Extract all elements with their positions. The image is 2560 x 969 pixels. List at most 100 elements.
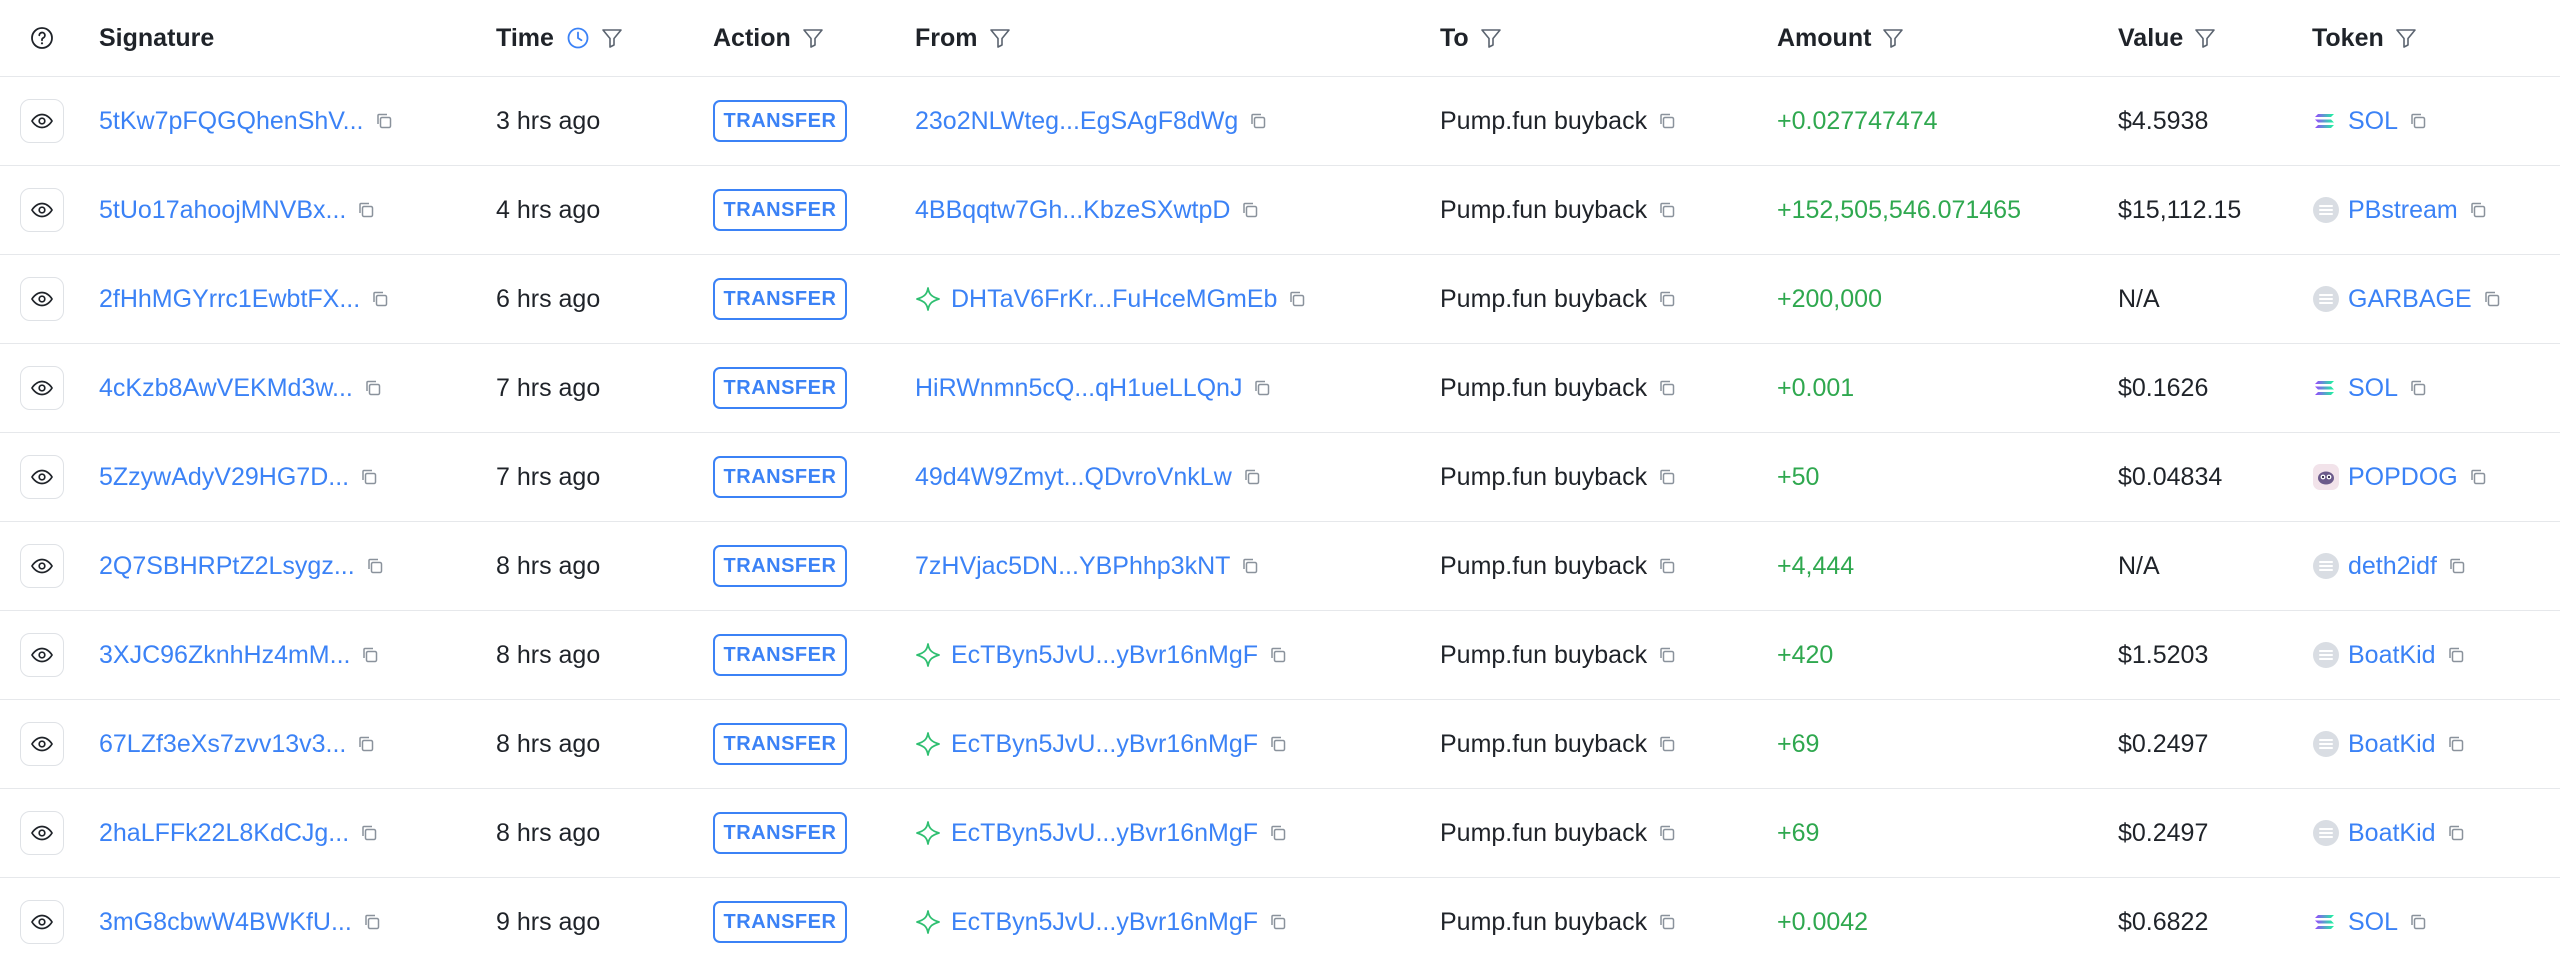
token-link[interactable]: deth2idf: [2348, 552, 2437, 581]
token-link[interactable]: POPDOG: [2348, 463, 2458, 492]
to-address-text[interactable]: Pump.fun buyback: [1440, 730, 1647, 759]
token-link[interactable]: PBstream: [2348, 196, 2458, 225]
to-address-text[interactable]: Pump.fun buyback: [1440, 285, 1647, 314]
clock-icon[interactable]: [566, 26, 590, 50]
from-address-link[interactable]: HiRWnmn5cQ...qH1ueLLQnJ: [915, 374, 1242, 403]
copy-icon[interactable]: [2446, 734, 2466, 754]
copy-icon[interactable]: [1240, 556, 1260, 576]
copy-icon[interactable]: [1657, 289, 1677, 309]
view-details-button[interactable]: [20, 277, 64, 321]
copy-icon[interactable]: [362, 912, 382, 932]
filter-icon[interactable]: [1881, 26, 1905, 50]
signature-link[interactable]: 3mG8cbwW4BWKfU...: [99, 908, 352, 937]
signature-link[interactable]: 3XJC96ZknhHz4mM...: [99, 641, 350, 670]
view-details-button[interactable]: [20, 188, 64, 232]
copy-icon[interactable]: [365, 556, 385, 576]
copy-icon[interactable]: [359, 467, 379, 487]
from-address-link[interactable]: EcTByn5JvU...yBvr16nMgF: [951, 730, 1258, 759]
copy-icon[interactable]: [374, 111, 394, 131]
copy-icon[interactable]: [360, 645, 380, 665]
token-link[interactable]: SOL: [2348, 107, 2398, 136]
token-link[interactable]: GARBAGE: [2348, 285, 2472, 314]
copy-icon[interactable]: [1268, 645, 1288, 665]
copy-icon[interactable]: [2468, 467, 2488, 487]
view-details-button[interactable]: [20, 366, 64, 410]
copy-icon[interactable]: [1242, 467, 1262, 487]
signature-link[interactable]: 5ZzywAdyV29HG7D...: [99, 463, 349, 492]
to-address-text[interactable]: Pump.fun buyback: [1440, 196, 1647, 225]
copy-icon[interactable]: [1268, 912, 1288, 932]
signature-link[interactable]: 67LZf3eXs7zvv13v3...: [99, 730, 346, 759]
signature-link[interactable]: 5tKw7pFQGQhenShV...: [99, 107, 364, 136]
action-cell: TRANSFER: [713, 77, 847, 165]
signature-link[interactable]: 2Q7SBHRPtZ2Lsygz...: [99, 552, 355, 581]
copy-icon[interactable]: [2468, 200, 2488, 220]
token-link[interactable]: BoatKid: [2348, 641, 2436, 670]
token-link[interactable]: BoatKid: [2348, 730, 2436, 759]
view-details-button[interactable]: [20, 544, 64, 588]
copy-icon[interactable]: [1657, 823, 1677, 843]
copy-icon[interactable]: [2446, 645, 2466, 665]
token-link[interactable]: SOL: [2348, 908, 2398, 937]
to-address-text[interactable]: Pump.fun buyback: [1440, 908, 1647, 937]
copy-icon[interactable]: [356, 200, 376, 220]
from-address-link[interactable]: 23o2NLWteg...EgSAgF8dWg: [915, 107, 1238, 136]
copy-icon[interactable]: [2408, 111, 2428, 131]
copy-icon[interactable]: [2446, 823, 2466, 843]
view-details-button[interactable]: [20, 633, 64, 677]
copy-icon[interactable]: [2447, 556, 2467, 576]
copy-icon[interactable]: [1657, 912, 1677, 932]
copy-icon[interactable]: [1252, 378, 1272, 398]
filter-icon[interactable]: [1479, 26, 1503, 50]
to-address-text[interactable]: Pump.fun buyback: [1440, 819, 1647, 848]
copy-icon[interactable]: [1248, 111, 1268, 131]
to-address-text[interactable]: Pump.fun buyback: [1440, 552, 1647, 581]
view-details-button[interactable]: [20, 722, 64, 766]
from-address-link[interactable]: EcTByn5JvU...yBvr16nMgF: [951, 819, 1258, 848]
filter-icon[interactable]: [2394, 26, 2418, 50]
copy-icon[interactable]: [1268, 734, 1288, 754]
filter-icon[interactable]: [600, 26, 624, 50]
filter-icon[interactable]: [801, 26, 825, 50]
from-address-link[interactable]: 4BBqqtw7Gh...KbzeSXwtpD: [915, 196, 1230, 225]
to-address-text[interactable]: Pump.fun buyback: [1440, 463, 1647, 492]
signature-link[interactable]: 4cKzb8AwVEKMd3w...: [99, 374, 353, 403]
filter-icon[interactable]: [2193, 26, 2217, 50]
signature-link[interactable]: 5tUo17ahoojMNVBx...: [99, 196, 346, 225]
copy-icon[interactable]: [1657, 645, 1677, 665]
view-details-button[interactable]: [20, 99, 64, 143]
from-address-link[interactable]: 49d4W9Zmyt...QDvroVnkLw: [915, 463, 1232, 492]
filter-icon[interactable]: [988, 26, 1012, 50]
copy-icon[interactable]: [2408, 912, 2428, 932]
copy-icon[interactable]: [1657, 734, 1677, 754]
copy-icon[interactable]: [370, 289, 390, 309]
copy-icon[interactable]: [1657, 556, 1677, 576]
view-details-button[interactable]: [20, 455, 64, 499]
copy-icon[interactable]: [1657, 200, 1677, 220]
to-address-text[interactable]: Pump.fun buyback: [1440, 374, 1647, 403]
from-address-link[interactable]: EcTByn5JvU...yBvr16nMgF: [951, 908, 1258, 937]
copy-icon[interactable]: [1657, 378, 1677, 398]
copy-icon[interactable]: [363, 378, 383, 398]
token-link[interactable]: BoatKid: [2348, 819, 2436, 848]
signature-link[interactable]: 2haLFFk22L8KdCJg...: [99, 819, 349, 848]
copy-icon[interactable]: [1268, 823, 1288, 843]
copy-icon[interactable]: [1240, 200, 1260, 220]
help-icon[interactable]: [30, 26, 54, 50]
copy-icon[interactable]: [2482, 289, 2502, 309]
token-link[interactable]: SOL: [2348, 374, 2398, 403]
from-address-link[interactable]: 7zHVjac5DN...YBPhhp3kNT: [915, 552, 1230, 581]
signature-link[interactable]: 2fHhMGYrrc1EwbtFX...: [99, 285, 360, 314]
from-address-link[interactable]: DHTaV6FrKr...FuHceMGmEb: [951, 285, 1277, 314]
to-address-text[interactable]: Pump.fun buyback: [1440, 107, 1647, 136]
view-details-button[interactable]: [20, 900, 64, 944]
to-address-text[interactable]: Pump.fun buyback: [1440, 641, 1647, 670]
copy-icon[interactable]: [359, 823, 379, 843]
from-address-link[interactable]: EcTByn5JvU...yBvr16nMgF: [951, 641, 1258, 670]
copy-icon[interactable]: [356, 734, 376, 754]
copy-icon[interactable]: [2408, 378, 2428, 398]
view-details-button[interactable]: [20, 811, 64, 855]
copy-icon[interactable]: [1657, 111, 1677, 131]
copy-icon[interactable]: [1287, 289, 1307, 309]
copy-icon[interactable]: [1657, 467, 1677, 487]
